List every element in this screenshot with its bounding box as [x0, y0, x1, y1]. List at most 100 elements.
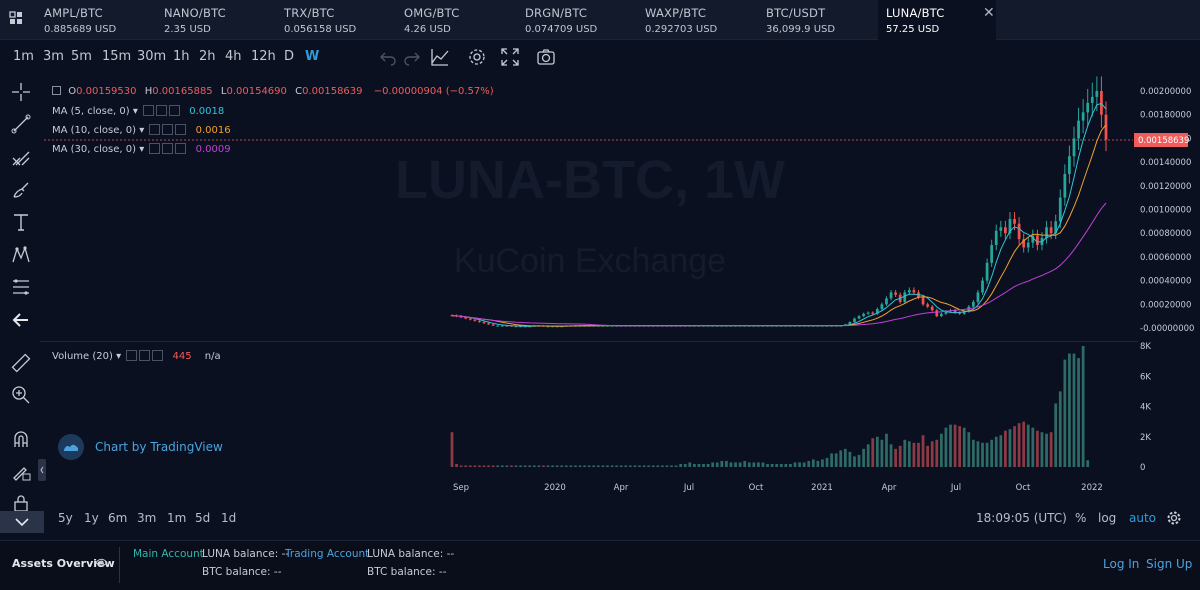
candle-body: [871, 312, 875, 314]
volume-bar: [473, 465, 477, 467]
volume-bar: [825, 457, 829, 467]
volume-bar: [615, 465, 619, 467]
settings-small-icon[interactable]: [162, 143, 174, 154]
login-button[interactable]: Log In: [1103, 557, 1139, 571]
candle-body: [1068, 156, 1071, 174]
volume-bar: [560, 465, 564, 467]
eye-toggle-icon[interactable]: [126, 350, 138, 361]
volume-bar: [917, 442, 920, 467]
volume-axis-label: 0: [1140, 463, 1145, 473]
range-1y[interactable]: 1y: [84, 511, 99, 525]
candle-body: [857, 316, 861, 319]
volume-bar: [482, 465, 486, 467]
trading-account-link[interactable]: Trading Account: [285, 548, 369, 560]
candle-body: [853, 318, 856, 323]
volume-bar: [1081, 346, 1085, 467]
settings-small-icon[interactable]: [156, 105, 168, 116]
time-axis-label: Oct: [749, 483, 764, 493]
range-5y[interactable]: 5y: [58, 511, 73, 525]
volume-bar: [491, 465, 495, 467]
volume-bar: [971, 439, 975, 467]
volume-bar: [958, 426, 962, 467]
volume-bar: [532, 465, 536, 467]
range-1d[interactable]: 1d: [221, 511, 236, 525]
volume-value: 445: [172, 351, 192, 362]
volume-bar: [807, 460, 811, 467]
candle-body: [1063, 173, 1067, 198]
candle-body: [894, 292, 897, 295]
ma30-legend[interactable]: MA (30, close, 0) ▾ 0.0009: [52, 143, 231, 155]
eye-toggle-icon[interactable]: [149, 124, 161, 135]
volume-bar: [1054, 403, 1058, 467]
volume-bar: [642, 465, 646, 467]
eye-toggle-icon[interactable]: [143, 105, 155, 116]
volume-bar: [1036, 430, 1039, 467]
ma10-value: 0.0016: [195, 125, 231, 136]
range-3m[interactable]: 3m: [137, 511, 156, 525]
volume-bar: [688, 462, 692, 467]
ohlc-open-value: 0.00159530: [76, 86, 137, 97]
volume-bar: [921, 435, 925, 467]
candle-body: [907, 290, 911, 293]
candle-body: [1036, 235, 1039, 246]
time-axis-label: 2020: [544, 483, 566, 493]
volume-bar: [510, 465, 513, 467]
volume-bar: [578, 465, 582, 467]
range-6m[interactable]: 6m: [108, 511, 127, 525]
ma10-label: MA (10, close, 0): [52, 125, 137, 136]
time-axis-label: Sep: [453, 483, 469, 493]
time-axis-label: Apr: [882, 483, 897, 493]
volume-legend[interactable]: Volume (20) ▾ 445 n/a: [52, 350, 221, 362]
chart-settings-icon[interactable]: [1166, 510, 1182, 526]
signup-button[interactable]: Sign Up: [1146, 557, 1192, 571]
settings-small-icon[interactable]: [139, 350, 151, 361]
watermark-exchange: KuCoin Exchange: [454, 242, 726, 280]
volume-bar: [926, 445, 930, 467]
volume-bar: [523, 465, 527, 467]
eye-icon[interactable]: [95, 557, 108, 568]
main-luna-balance: LUNA balance: --: [202, 548, 290, 560]
volume-bar: [1058, 391, 1062, 467]
remove-icon[interactable]: [175, 143, 187, 154]
volume-bar: [628, 465, 632, 467]
volume-bar: [999, 435, 1003, 467]
settings-small-icon[interactable]: [162, 124, 174, 135]
candle-body: [999, 227, 1003, 231]
volume-bar: [903, 439, 907, 467]
volume-bar: [596, 465, 600, 467]
candle-body: [903, 292, 907, 302]
eye-toggle-icon[interactable]: [149, 143, 161, 154]
volume-bar: [990, 439, 994, 467]
volume-bar: [798, 462, 801, 467]
ma10-legend[interactable]: MA (10, close, 0) ▾ 0.0016: [52, 124, 231, 136]
range-5d[interactable]: 5d: [195, 511, 210, 525]
volume-bar: [665, 465, 669, 467]
trading-luna-balance: LUNA balance: --: [367, 548, 455, 560]
ma5-legend[interactable]: MA (5, close, 0) ▾ 0.0018: [52, 105, 224, 117]
range-1m[interactable]: 1m: [167, 511, 186, 525]
volume-axis-label: 4K: [1140, 403, 1151, 413]
log-toggle[interactable]: log: [1098, 511, 1116, 525]
volume-bar: [738, 462, 742, 467]
remove-icon[interactable]: [175, 124, 187, 135]
utc-time[interactable]: 18:09:05 (UTC): [976, 511, 1067, 525]
price-axis-label: 0.00140000: [1140, 158, 1191, 168]
candle-body: [1077, 120, 1080, 139]
percent-toggle[interactable]: %: [1075, 511, 1086, 525]
volume-bar: [752, 462, 756, 467]
remove-icon[interactable]: [152, 350, 164, 361]
footer-divider: [119, 547, 120, 583]
volume-bar: [912, 442, 916, 467]
pane-divider[interactable]: [40, 341, 1138, 342]
volume-bar: [939, 433, 943, 467]
candle-body: [1090, 96, 1094, 103]
main-account-link[interactable]: Main Account: [133, 548, 204, 560]
volume-bar: [880, 439, 884, 467]
auto-toggle[interactable]: auto: [1129, 511, 1156, 525]
price-chart[interactable]: LUNA-BTC, 1W KuCoin Exchange 0.00200000 0.0…: [0, 0, 1200, 540]
candle-body: [1100, 91, 1103, 115]
legend-minus-icon[interactable]: [52, 86, 61, 95]
remove-icon[interactable]: [169, 105, 181, 116]
volume-bar: [747, 462, 751, 467]
ohlc-change-value: −0.00000904 (−0.57%): [373, 86, 494, 97]
